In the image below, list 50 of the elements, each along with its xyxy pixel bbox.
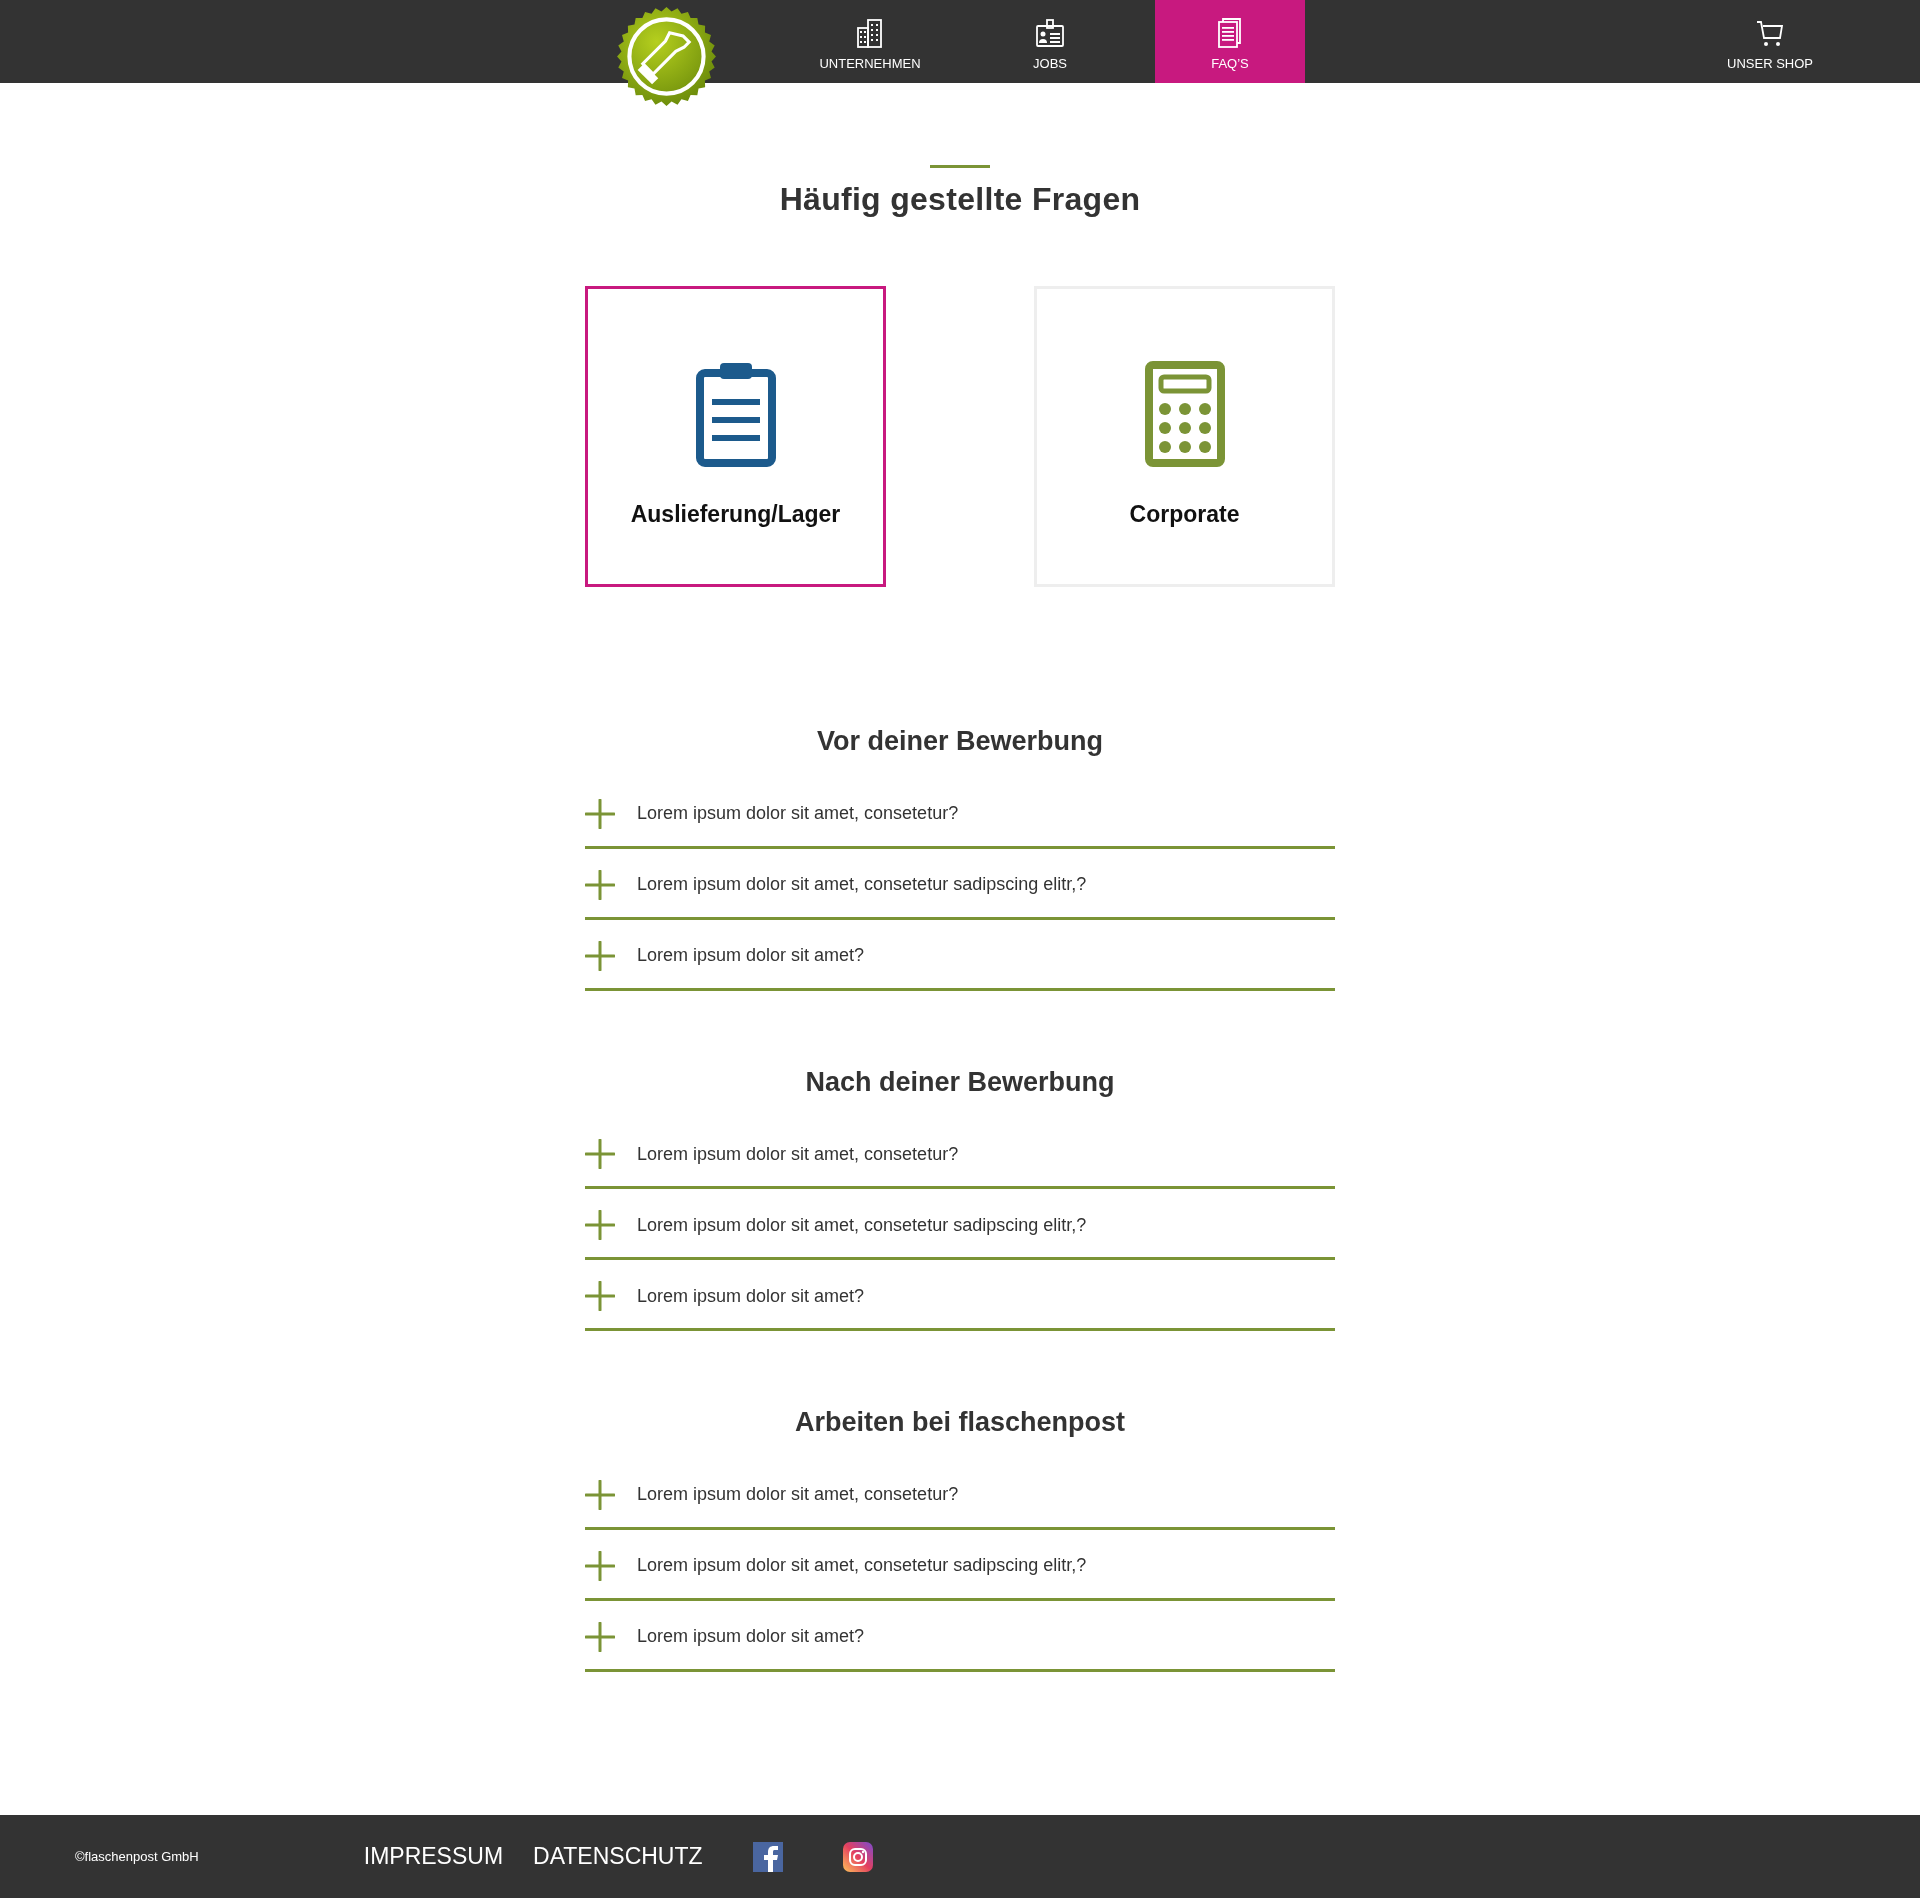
instagram-icon[interactable]: [842, 1841, 873, 1872]
section-heading: Nach deiner Bewerbung: [804, 1065, 1116, 1099]
question-text: Lorem ipsum dolor sit amet, consetetur?: [637, 1142, 959, 1166]
faq-question-row[interactable]: Lorem ipsum dolor sit amet, consetetur?: [585, 1458, 1335, 1530]
shop-link[interactable]: UNSER SHOP: [1695, 0, 1845, 83]
faq-question-row[interactable]: Lorem ipsum dolor sit amet, consetetur sadipscing elitr,?: [585, 1529, 1335, 1601]
plus-icon: [585, 1550, 615, 1581]
faq-question-row[interactable]: Lorem ipsum dolor sit amet?: [585, 1260, 1335, 1332]
question-text: Lorem ipsum dolor sit amet, consetetur sadipscing elitr,?: [637, 873, 1087, 897]
faq-question-row[interactable]: Lorem ipsum dolor sit amet, consetetur sadipscing elitr,?: [585, 1189, 1335, 1261]
plus-icon: [585, 1281, 615, 1312]
building-icon: [856, 17, 884, 48]
plus-icon: [585, 1621, 615, 1652]
question-text: Lorem ipsum dolor sit amet, consetetur?: [637, 1483, 959, 1507]
nav-tab[interactable]: JOBS: [975, 0, 1125, 83]
category-card[interactable]: Corporate: [1034, 286, 1335, 588]
question-text: Lorem ipsum dolor sit amet, consetetur?: [637, 802, 959, 826]
faq-question-row[interactable]: Lorem ipsum dolor sit amet, consetetur?: [585, 1118, 1335, 1190]
nav-tab[interactable]: FAQ’S: [1155, 0, 1305, 83]
document-icon: [1216, 17, 1244, 48]
question-text: Lorem ipsum dolor sit amet?: [637, 944, 865, 968]
faq-question-row[interactable]: Lorem ipsum dolor sit amet, consetetur sadipscing elitr,?: [585, 848, 1335, 920]
plus-icon: [585, 1479, 615, 1510]
calculator-icon: [1144, 361, 1225, 468]
plus-icon: [585, 798, 615, 829]
question-text: Lorem ipsum dolor sit amet, consetetur sadipscing elitr,?: [637, 1213, 1087, 1237]
id-card-icon: [1036, 17, 1064, 48]
bottle-cap-logo[interactable]: [615, 5, 718, 108]
footer-link[interactable]: IMPRESSUM: [363, 1839, 504, 1874]
faq-question-row[interactable]: Lorem ipsum dolor sit amet?: [585, 1600, 1335, 1672]
footer-link[interactable]: DATENSCHUTZ: [533, 1839, 703, 1874]
question-text: Lorem ipsum dolor sit amet?: [637, 1625, 865, 1649]
plus-icon: [585, 940, 615, 971]
faq-question-row[interactable]: Lorem ipsum dolor sit amet, consetetur?: [585, 777, 1335, 849]
page-title: Häufig gestellte Fragen: [778, 180, 1142, 219]
plus-icon: [585, 1139, 615, 1170]
nav-tab[interactable]: UNTERNEHMEN: [795, 0, 945, 83]
facebook-icon[interactable]: [752, 1841, 783, 1872]
question-text: Lorem ipsum dolor sit amet, consetetur sadipscing elitr,?: [637, 1554, 1087, 1578]
copyright-text: ©flaschenpost GmbH: [75, 1847, 199, 1866]
plus-icon: [585, 1210, 615, 1241]
category-label: Auslieferung/Lager: [630, 500, 841, 530]
category-card[interactable]: Auslieferung/Lager: [585, 286, 886, 588]
section-heading: Vor deiner Bewerbung: [815, 725, 1104, 758]
section-heading: Arbeiten bei flaschenpost: [793, 1406, 1127, 1439]
plus-icon: [585, 869, 615, 900]
question-text: Lorem ipsum dolor sit amet?: [637, 1284, 865, 1308]
faq-question-row[interactable]: Lorem ipsum dolor sit amet?: [585, 919, 1335, 991]
category-label: Corporate: [1129, 500, 1240, 530]
clipboard-icon: [695, 361, 776, 468]
